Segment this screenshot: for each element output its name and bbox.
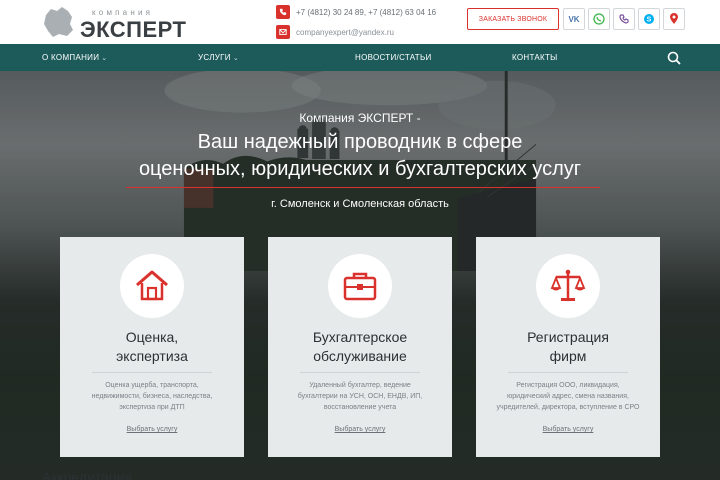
card-description-line: Удаленный бухгалтер, ведение xyxy=(309,382,411,389)
service-card-accounting[interactable]: Бухгалтерское обслуживание Удаленный бух… xyxy=(268,237,452,457)
scales-icon xyxy=(550,269,586,301)
whatsapp-icon[interactable] xyxy=(588,8,610,30)
hero-title: Ваш надежный проводник в сфере оценочных… xyxy=(60,129,660,183)
skype-icon[interactable]: S xyxy=(638,8,660,30)
order-call-button[interactable]: ЗАКАЗАТЬ ЗВОНОК xyxy=(467,8,559,30)
hero-title-line: оценочных, юридических и бухгалтерских у… xyxy=(138,158,582,180)
location-pin-icon[interactable] xyxy=(663,8,685,30)
hero-subtitle: Компания ЭКСПЕРТ - xyxy=(299,111,421,125)
card-title: Регистрация фирм xyxy=(482,328,654,366)
choose-service-link[interactable]: Выбрать услугу xyxy=(268,426,452,433)
card-icon-circle xyxy=(328,254,392,318)
service-card-registration[interactable]: Регистрация фирм Регистрация ООО, ликвид… xyxy=(476,237,660,457)
top-header: компания ЭКСПЕРТ +7 (4812) 30 24 89, +7 … xyxy=(0,0,720,44)
card-divider xyxy=(92,372,212,373)
chevron-down-icon: ⌄ xyxy=(232,54,239,62)
nav-item-label: КОНТАКТЫ xyxy=(512,53,558,62)
briefcase-icon xyxy=(343,272,377,301)
card-divider xyxy=(508,372,628,373)
viber-icon[interactable] xyxy=(613,8,635,30)
search-icon[interactable] xyxy=(666,50,682,66)
card-title-line: Бухгалтерское xyxy=(312,329,408,345)
email-row: companyexpert@yandex.ru xyxy=(276,25,394,39)
phone-row: +7 (4812) 30 24 89, +7 (4812) 63 04 16 xyxy=(276,5,436,19)
card-icon-circle xyxy=(536,254,600,318)
choose-service-link[interactable]: Выбрать услугу xyxy=(60,426,244,433)
card-description-line: восстановление учета xyxy=(323,404,397,411)
service-card-appraisal[interactable]: Оценка, экспертиза Оценка ущерба, трансп… xyxy=(60,237,244,457)
card-title-line: экспертиза xyxy=(116,348,188,364)
card-divider xyxy=(300,372,420,373)
accreditation-heading: Аккредитация xyxy=(42,469,133,480)
nav-item-services[interactable]: УСЛУГИ ⌄ xyxy=(198,44,239,71)
house-icon xyxy=(136,270,168,301)
nav-item-label: О КОМПАНИИ xyxy=(42,53,100,62)
mail-icon xyxy=(276,25,290,39)
card-icon-circle xyxy=(120,254,184,318)
card-description: Регистрация ООО, ликвидация, юридический… xyxy=(486,380,650,413)
vk-icon[interactable]: VK xyxy=(563,8,585,30)
nav-item-news[interactable]: НОВОСТИ/СТАТЬИ xyxy=(355,44,432,71)
card-title: Оценка, экспертиза xyxy=(66,328,238,366)
hero-divider xyxy=(126,187,600,188)
card-description: Оценка ущерба, транспорта, недвижимости,… xyxy=(70,380,234,413)
nav-item-contacts[interactable]: КОНТАКТЫ xyxy=(512,44,558,71)
company-logo[interactable]: компания ЭКСПЕРТ xyxy=(42,5,192,42)
logo-small-text: компания xyxy=(92,8,154,17)
phone-numbers[interactable]: +7 (4812) 30 24 89, +7 (4812) 63 04 16 xyxy=(296,8,436,17)
logo-brand-text: ЭКСПЕРТ xyxy=(80,17,187,42)
header-contacts: +7 (4812) 30 24 89, +7 (4812) 63 04 16 c… xyxy=(276,3,456,41)
card-title-line: Оценка, xyxy=(125,329,179,345)
card-description-line: недвижимости, бизнеса, наследства, xyxy=(91,393,213,400)
hero-title-line: Ваш надежный проводник в сфере xyxy=(197,131,523,153)
svg-text:S: S xyxy=(647,17,652,24)
card-title-line: Регистрация xyxy=(527,329,609,345)
region-map-icon xyxy=(44,7,73,37)
hero-region: г. Смоленск и Смоленская область xyxy=(271,198,449,210)
card-description-line: юридический адрес, смена названия, xyxy=(507,393,629,400)
choose-service-link[interactable]: Выбрать услугу xyxy=(476,426,660,433)
card-description-line: учредителей, директора, вступление в СРО xyxy=(496,404,640,411)
email-link[interactable]: companyexpert@yandex.ru xyxy=(296,28,394,37)
nav-item-label: УСЛУГИ xyxy=(198,53,231,62)
main-nav: О КОМПАНИИ ⌄ УСЛУГИ ⌄ НОВОСТИ/СТАТЬИ КОН… xyxy=(0,44,720,71)
card-description-line: бухгалтерии на УСН, ОСН, ЕНДВ, ИП, xyxy=(297,393,423,400)
card-description-line: Оценка ущерба, транспорта, xyxy=(105,382,199,389)
card-description: Удаленный бухгалтер, ведение бухгалтерии… xyxy=(278,380,442,413)
nav-item-label: НОВОСТИ/СТАТЬИ xyxy=(355,53,432,62)
card-title-line: фирм xyxy=(549,348,587,364)
nav-item-about[interactable]: О КОМПАНИИ ⌄ xyxy=(42,44,107,71)
card-title-line: обслуживание xyxy=(313,348,407,364)
card-description-line: Регистрация ООО, ликвидация, xyxy=(516,382,620,389)
card-title: Бухгалтерское обслуживание xyxy=(274,328,446,366)
chevron-down-icon: ⌄ xyxy=(101,54,108,62)
phone-icon xyxy=(276,5,290,19)
card-description-line: экспертиза при ДТП xyxy=(119,404,185,411)
